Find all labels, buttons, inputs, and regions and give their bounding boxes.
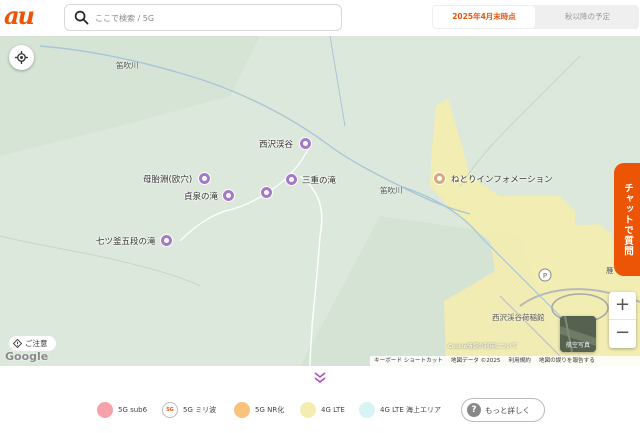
legend-label: 5G ミリ波 [183, 406, 217, 414]
terms-link[interactable]: 利用規約 [508, 356, 530, 366]
poi-nanatsugama[interactable]: 七ツ釜五段の滝 [96, 234, 173, 247]
locate-button[interactable] [9, 45, 34, 70]
aerial-toggle[interactable]: 航空写真 [560, 316, 596, 352]
poi-unnamed[interactable] [260, 186, 273, 199]
more-label: もっと詳しく [485, 405, 530, 415]
legend-label: 5G NR化 [255, 406, 285, 414]
poi-teisen[interactable]: 貞泉の滝 [184, 189, 236, 202]
poi-marker-icon [198, 172, 212, 185]
poi-marker-icon [299, 137, 313, 150]
legend-swatch [300, 402, 316, 418]
tab-future[interactable]: 秋以降の予定 [536, 5, 639, 29]
legend-swatch [359, 402, 375, 418]
app: au 2025年4月末時点 秋以降の予定 [0, 0, 640, 433]
legend-item-4g-lte: 4G LTE [300, 396, 345, 424]
poi-label: 母胎淵(欧穴) [143, 174, 193, 185]
chat-button[interactable]: チャットで質問 [614, 163, 640, 276]
legend-swatch [234, 402, 250, 418]
notice-label: ご注意 [25, 339, 48, 348]
coverage-legend: 5G sub6 5G 5G ミリ波 5G NR化 4G LTE 4G LTE 海… [0, 396, 640, 424]
google-logo: Google [5, 350, 49, 363]
help-icon: ? [467, 403, 481, 417]
poi-label: 西沢渓谷 [259, 139, 294, 150]
poi-label: ねとりインフォメーション [451, 174, 553, 185]
poi-netori-info[interactable]: ねとりインフォメーション [433, 172, 553, 185]
warning-icon [13, 339, 22, 348]
legend-label: 4G LTE 海上エリア [380, 406, 441, 414]
search-box[interactable] [64, 4, 342, 31]
notice-button[interactable]: ご注意 [9, 336, 56, 351]
map-attribution: キーボード ショートカット 地図データ ©2025 利用規約 地図の誤りを報告す… [370, 356, 640, 366]
legend-item-5g-sub6: 5G sub6 [97, 396, 147, 424]
period-tabs: 2025年4月末時点 秋以降の予定 [432, 5, 639, 29]
zoom-out-button[interactable]: − [609, 320, 636, 348]
tab-current[interactable]: 2025年4月末時点 [433, 6, 535, 28]
svg-text:P: P [543, 272, 547, 280]
poi-marker-icon [285, 173, 298, 186]
place-label: 雁 [606, 266, 614, 275]
report-error-link[interactable]: 地図の誤りを報告する [539, 356, 595, 366]
header: au 2025年4月末時点 秋以降の予定 [0, 0, 640, 36]
legend-label: 4G LTE [321, 406, 345, 414]
expand-legend-icon[interactable] [312, 370, 328, 386]
poi-marker-icon [222, 189, 236, 202]
poi-label: 三重の滝 [302, 175, 337, 186]
legend-label: 5G sub6 [118, 406, 148, 414]
search-icon [74, 10, 89, 25]
poi-label: 七ツ釜五段の滝 [96, 236, 156, 247]
legend-swatch [97, 402, 113, 418]
aerial-label: 航空写真 [565, 342, 590, 349]
river-label: 笛吹川 [380, 186, 403, 195]
poi-botaibuchi[interactable]: 母胎淵(欧穴) [143, 172, 212, 185]
search-input[interactable] [95, 9, 335, 27]
poi-marker-icon [433, 172, 446, 185]
zoom-in-button[interactable]: + [609, 292, 636, 320]
map-data-label: 地図データ ©2025 [450, 358, 501, 364]
poi-nishizawa[interactable]: 西沢渓谷 [259, 137, 313, 150]
poi-label: 貞泉の滝 [184, 191, 219, 202]
poi-marker-icon [260, 186, 273, 199]
legend-item-4g-lte-sea: 4G LTE 海上エリア [359, 396, 441, 424]
zoom-control: + − [609, 292, 636, 348]
place-label: 西沢渓谷荷稲館 [492, 313, 545, 322]
milli-badge: 5G [166, 407, 174, 413]
poi-mie[interactable]: 三重の滝 [285, 173, 336, 186]
coverage-map[interactable]: P 笛吹川 笛吹川 西沢渓谷 母胎淵(欧穴) 貞泉の滝 三重の滝 七ツ釜五段の滝… [0, 36, 640, 366]
legend-swatch: 5G [162, 402, 178, 418]
more-details-button[interactable]: ? もっと詳しく [461, 398, 545, 422]
legend-item-5g-milli: 5G 5G ミリ波 [162, 396, 216, 424]
keyboard-shortcuts-link[interactable]: キーボード ショートカット [374, 356, 443, 366]
cookie-notice[interactable]: Cookie情報の利用について [448, 342, 517, 350]
legend-item-5g-nr: 5G NR化 [234, 396, 284, 424]
poi-marker-icon [159, 234, 173, 247]
river-label: 笛吹川 [116, 61, 139, 70]
au-logo[interactable]: au [4, 4, 44, 29]
crosshair-icon [15, 51, 28, 64]
